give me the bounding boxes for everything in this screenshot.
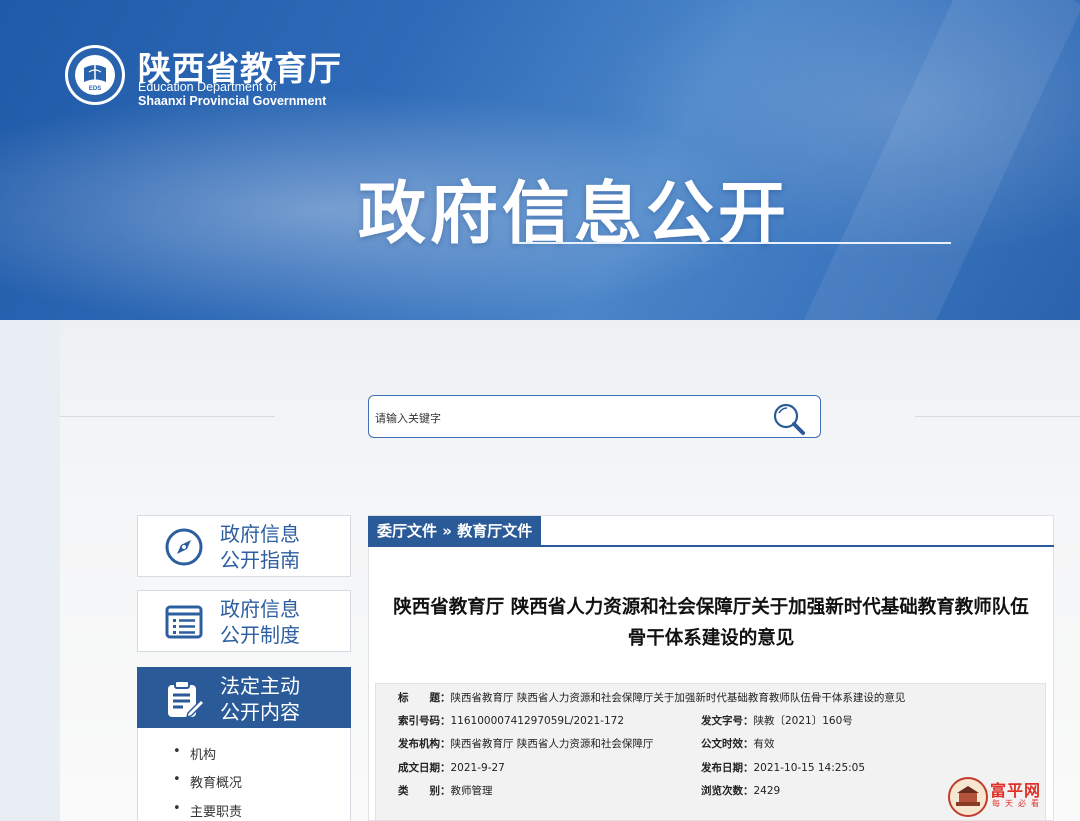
sidebar-item-duties[interactable]: • 主要职责 bbox=[173, 801, 243, 820]
meta-label: 公文时效： bbox=[701, 738, 754, 750]
sidebar-card-line1: 法定主动 bbox=[220, 674, 300, 698]
meta-value: 2429 bbox=[753, 785, 781, 797]
meta-value: 教师管理 bbox=[450, 785, 493, 797]
metadata-table: 标 题：陕西省教育厅 陕西省人力资源和社会保障厅关于加强新时代基础教育教师队伍骨… bbox=[375, 683, 1046, 821]
meta-issuer: 发布机构：陕西省教育厅 陕西省人力资源和社会保障厅 bbox=[398, 736, 653, 751]
meta-published-date: 发布日期：2021-10-15 14:25:05 bbox=[701, 760, 865, 775]
education-department-logo[interactable]: EDS bbox=[64, 44, 126, 106]
sidebar-card-line1: 政府信息 bbox=[220, 597, 300, 621]
watermark-slogan: 每天必看 bbox=[992, 799, 1044, 808]
breadcrumb-separator: » bbox=[442, 522, 452, 540]
breadcrumb-level2[interactable]: 教育厅文件 bbox=[457, 522, 532, 540]
sidebar-card-line2: 公开制度 bbox=[220, 623, 300, 647]
banner-underline bbox=[515, 242, 951, 244]
article-title-line2: 骨干体系建设的意见 bbox=[627, 628, 795, 649]
search-input[interactable] bbox=[373, 406, 757, 430]
sidebar-card-line2: 公开内容 bbox=[220, 700, 300, 724]
bullet-icon: • bbox=[173, 801, 181, 816]
sidebar-item-label: 机构 bbox=[190, 748, 217, 763]
meta-label: 发布日期： bbox=[701, 762, 754, 774]
sidebar-item-overview[interactable]: • 教育概况 bbox=[173, 772, 243, 791]
sidebar-card-statutory[interactable]: 法定主动 公开内容 bbox=[137, 667, 351, 729]
meta-value: 11610000741297059L/2021-172 bbox=[450, 715, 625, 727]
meta-views: 浏览次数：2429 bbox=[701, 783, 780, 798]
bullet-icon: • bbox=[173, 772, 181, 787]
meta-title: 标 题：陕西省教育厅 陕西省人力资源和社会保障厅关于加强新时代基础教育教师队伍骨… bbox=[398, 690, 905, 705]
meta-label: 成文日期： bbox=[398, 762, 451, 774]
sidebar-card-label: 政府信息 公开制度 bbox=[220, 596, 300, 648]
sidebar-card-label: 政府信息 公开指南 bbox=[220, 521, 300, 573]
list-icon bbox=[165, 605, 203, 639]
bullet-icon: • bbox=[173, 744, 181, 759]
org-name-en-line2: Shaanxi Provincial Government bbox=[138, 94, 327, 108]
meta-label: 索引号码： bbox=[398, 715, 451, 727]
article-title: 陕西省教育厅 陕西省人力资源和社会保障厅关于加强新时代基础教育教师队伍 骨干体系… bbox=[368, 592, 1054, 654]
search-icon[interactable] bbox=[770, 400, 808, 436]
breadcrumb-level1[interactable]: 委厅文件 bbox=[377, 522, 437, 540]
sidebar-card-guide[interactable]: 政府信息 公开指南 bbox=[137, 515, 351, 577]
sidebar-card-line1: 政府信息 bbox=[220, 522, 300, 546]
compass-icon bbox=[165, 528, 203, 566]
meta-category: 类 别：教师管理 bbox=[398, 783, 493, 798]
meta-value: 2021-10-15 14:25:05 bbox=[753, 762, 866, 774]
meta-doc-no: 发文字号：陕教〔2021〕160号 bbox=[701, 713, 853, 728]
clipboard-edit-icon bbox=[168, 680, 204, 719]
divider-line bbox=[915, 416, 1080, 417]
meta-index: 索引号码：11610000741297059L/2021-172 bbox=[398, 713, 624, 728]
meta-label: 标 题： bbox=[398, 692, 451, 704]
header-banner: EDS 陕西省教育厅 Education Department of Shaan… bbox=[0, 0, 1080, 320]
meta-validity: 公文时效：有效 bbox=[701, 736, 775, 751]
search-box bbox=[368, 395, 821, 438]
article-title-line1: 陕西省教育厅 陕西省人力资源和社会保障厅关于加强新时代基础教育教师队伍 bbox=[393, 597, 1029, 618]
meta-value: 有效 bbox=[753, 738, 775, 750]
meta-value: 陕西省教育厅 陕西省人力资源和社会保障厅 bbox=[450, 738, 654, 750]
meta-value: 陕西省教育厅 陕西省人力资源和社会保障厅关于加强新时代基础教育教师队伍骨干体系建… bbox=[450, 692, 906, 704]
sidebar-item-institution[interactable]: • 机构 bbox=[173, 744, 217, 763]
sidebar-item-label: 主要职责 bbox=[190, 805, 243, 820]
sidebar-sub-list: • 机构 • 教育概况 • 主要职责 bbox=[137, 728, 351, 821]
meta-label: 发文字号： bbox=[701, 715, 754, 727]
org-name-en-line1: Education Department of bbox=[138, 80, 277, 94]
sidebar-card-system[interactable]: 政府信息 公开制度 bbox=[137, 590, 351, 652]
sidebar-card-line2: 公开指南 bbox=[220, 548, 300, 572]
meta-value: 2021-9-27 bbox=[450, 762, 505, 774]
sidebar-item-label: 教育概况 bbox=[190, 776, 243, 791]
meta-label: 发布机构： bbox=[398, 738, 451, 750]
breadcrumb: 委厅文件 » 教育厅文件 bbox=[368, 516, 542, 546]
meta-value: 陕教〔2021〕160号 bbox=[753, 715, 853, 727]
meta-written-date: 成文日期：2021-9-27 bbox=[398, 760, 505, 775]
meta-label: 浏览次数： bbox=[701, 785, 754, 797]
sidebar-card-label: 法定主动 公开内容 bbox=[220, 673, 300, 725]
meta-label: 类 别： bbox=[398, 785, 451, 797]
logo-text: EDS bbox=[89, 86, 101, 92]
divider-line bbox=[60, 416, 275, 417]
